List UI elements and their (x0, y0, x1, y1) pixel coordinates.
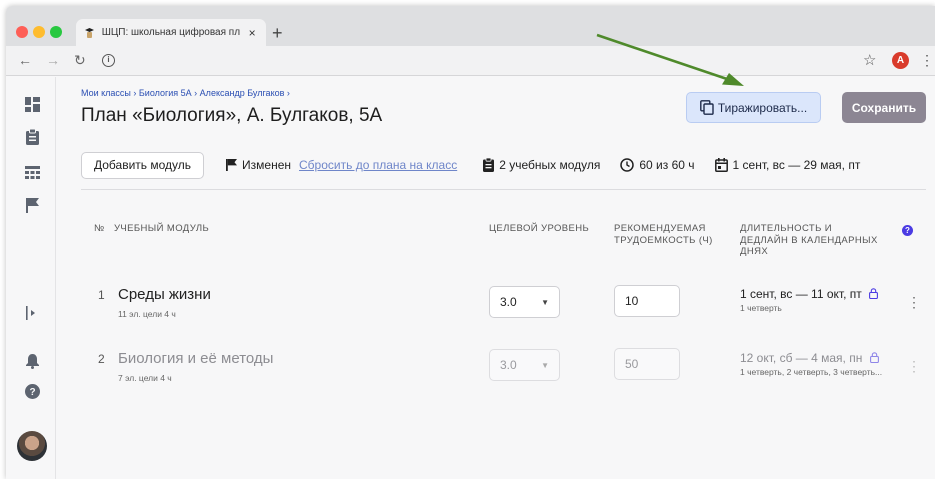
modules-count: 2 учебных модуля (499, 158, 601, 172)
column-header-effort-line2: ТРУДОЕМКОСТЬ (Ч) (614, 234, 713, 246)
target-level-select[interactable]: 3.0 ▼ (489, 349, 560, 381)
browser-window: ШЦП: школьная цифровая пла × + ← → ↻ i ☆… (6, 6, 935, 479)
minimize-window-button[interactable] (33, 26, 45, 38)
column-header-num: № (94, 223, 105, 234)
notifications-bell-icon[interactable] (24, 353, 40, 369)
row-menu-icon[interactable]: ⋮ (907, 295, 921, 309)
divider (81, 189, 926, 190)
row-number: 2 (98, 352, 105, 366)
status-indicator: Изменен (226, 158, 291, 172)
reset-to-class-plan-link[interactable]: Сбросить до плана на класс (299, 158, 457, 172)
column-header-effort-line1: РЕКОМЕНДУЕМАЯ (614, 223, 706, 234)
module-title[interactable]: Биология и её методы (118, 350, 273, 367)
profile-avatar[interactable]: A (892, 52, 909, 69)
target-level-value: 3.0 (500, 295, 517, 309)
flag-status-icon (226, 159, 238, 171)
column-header-deadline-line2: ДЕДЛАЙН В КАЛЕНДАРНЫХ (740, 234, 878, 246)
column-header-module: УЧЕБНЫЙ МОДУЛЬ (114, 223, 210, 234)
deadline-text: 12 окт, сб — 4 мая, пн (740, 351, 863, 365)
help-circle-icon[interactable]: ? (24, 383, 40, 399)
hours-item: 60 из 60 ч (620, 158, 695, 172)
modules-count-item: 2 учебных модуля (483, 158, 600, 172)
replicate-button-label: Тиражировать... (717, 100, 808, 115)
clock-icon (620, 158, 635, 172)
back-arrow-icon[interactable]: ← (18, 52, 32, 68)
module-title[interactable]: Среды жизни (118, 286, 211, 303)
svg-text:?: ? (29, 387, 35, 398)
school-favicon-icon (84, 27, 96, 39)
tab-close-icon[interactable]: × (246, 26, 258, 40)
effort-input[interactable] (614, 285, 680, 317)
browser-menu-icon[interactable]: ⋮ (920, 50, 934, 70)
address-bar: ← → ↻ i ☆ A ⋮ (6, 46, 935, 76)
clipboard-icon[interactable] (24, 129, 40, 145)
maximize-window-button[interactable] (50, 26, 62, 38)
lock-icon (869, 288, 879, 299)
lock-icon (869, 352, 879, 363)
hours-value: 60 из 60 ч (639, 158, 695, 172)
close-window-button[interactable] (16, 26, 28, 38)
effort-input[interactable] (614, 348, 680, 380)
dropdown-caret-icon: ▼ (541, 360, 549, 370)
tab-title: ШЦП: школьная цифровая пла (101, 27, 241, 38)
column-header-deadline: ДЛИТЕЛЬНОСТЬ И ДЕДЛАЙН В КАЛЕНДАРНЫХ ДНЯ… (740, 223, 878, 258)
dropdown-caret-icon: ▼ (541, 297, 549, 307)
breadcrumb[interactable]: Мои классы › Биология 5А › Александр Бул… (81, 88, 290, 98)
flag-icon[interactable] (24, 197, 40, 213)
tab-strip: ШЦП: школьная цифровая пла × + (6, 6, 935, 46)
deadline-text: 1 сент, вс — 11 окт, пт (740, 287, 862, 301)
target-level-select[interactable]: 3.0 ▼ (489, 286, 560, 318)
save-button[interactable]: Сохранить (842, 92, 926, 123)
forward-arrow-icon[interactable]: → (46, 52, 60, 68)
reload-icon[interactable]: ↻ (74, 52, 86, 68)
deadline-range[interactable]: 1 сент, вс — 11 окт, пт (740, 287, 879, 301)
replicate-button[interactable]: Тиражировать... (686, 92, 821, 123)
new-tab-button[interactable]: + (272, 24, 283, 42)
deadline-quarters: 1 четверть, 2 четверть, 3 четверть... (740, 367, 883, 377)
deadline-quarters: 1 четверть (740, 303, 782, 313)
bookmark-star-icon[interactable]: ☆ (863, 51, 876, 69)
module-meta: 7 эл. цели 4 ч (118, 373, 172, 383)
plan-info-bar: Добавить модуль Изменен Сбросить до план… (81, 151, 931, 179)
expand-sidebar-icon[interactable] (24, 305, 40, 321)
module-meta: 11 эл. цели 4 ч (118, 309, 176, 319)
status-text: Изменен (242, 158, 292, 172)
dashboard-icon[interactable] (24, 96, 40, 112)
row-menu-icon[interactable]: ⋮ (907, 359, 921, 373)
browser-tab[interactable]: ШЦП: школьная цифровая пла × (76, 19, 266, 46)
clipboard-small-icon (483, 158, 495, 172)
column-header-deadline-line3: ДНЯХ (740, 246, 769, 257)
user-avatar[interactable] (17, 431, 47, 461)
column-help-icon[interactable]: ? (902, 225, 913, 236)
main-content: Мои классы › Биология 5А › Александр Бул… (57, 77, 935, 479)
page-title: План «Биология», А. Булгаков, 5А (81, 105, 383, 126)
table-view-icon[interactable] (24, 164, 40, 180)
column-header-effort: РЕКОМЕНДУЕМАЯ ТРУДОЕМКОСТЬ (Ч) (614, 223, 713, 246)
deadline-range[interactable]: 12 окт, сб — 4 мая, пн (740, 351, 879, 365)
dates-item: 1 сент, вс — 29 мая, пт (714, 158, 861, 172)
column-header-level: ЦЕЛЕВОЙ УРОВЕНЬ (489, 223, 590, 234)
site-info-icon[interactable]: i (102, 54, 115, 67)
calendar-icon (714, 158, 728, 172)
copy-icon (699, 100, 714, 115)
add-module-button[interactable]: Добавить модуль (81, 151, 205, 179)
column-header-deadline-line1: ДЛИТЕЛЬНОСТЬ И (740, 223, 833, 234)
dates-range: 1 сент, вс — 29 мая, пт (732, 158, 861, 172)
row-number: 1 (98, 288, 105, 302)
target-level-value: 3.0 (500, 358, 517, 372)
nav-rail: ? (6, 77, 56, 479)
